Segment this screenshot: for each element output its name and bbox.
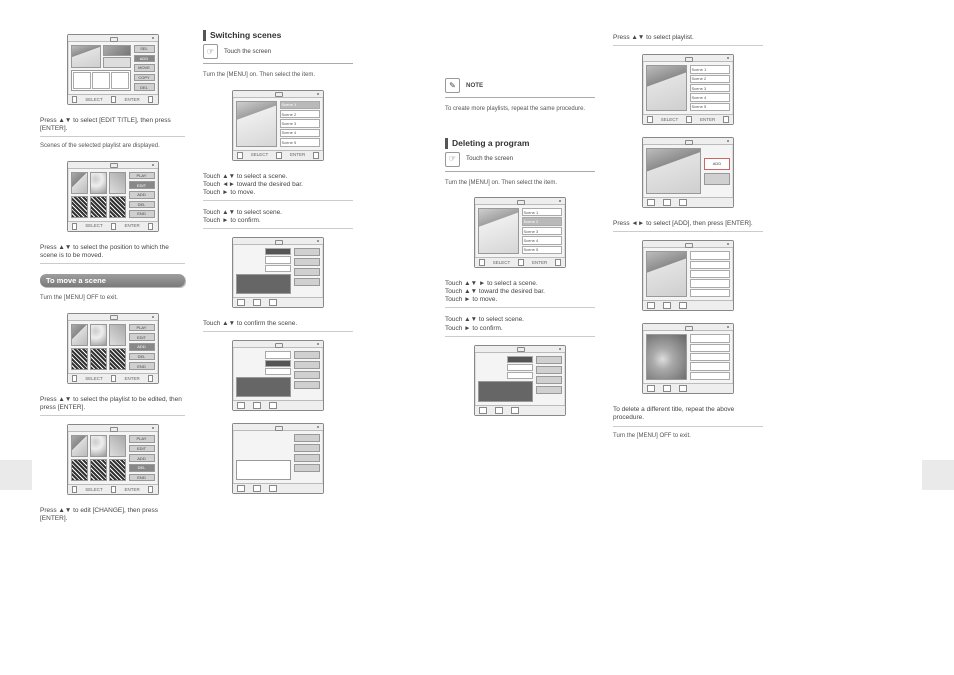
step-text: Press ▲▼ to select playlist. [613, 34, 763, 46]
screen-preview-add: ADD [642, 137, 734, 208]
paragraph: Turn the [MENU] on. Then select the item… [445, 180, 595, 188]
paragraph: Turn the [MENU] OFF to exit. [40, 295, 185, 303]
icon-label: Touch the screen [466, 155, 513, 163]
step-text: Press ▲▼ to select the position to which… [40, 244, 185, 264]
paragraph: Turn the [MENU] OFF to exit. [613, 433, 763, 441]
step-text: Touch ▲▼ ► to select a scene. Touch ▲▼ t… [445, 280, 595, 308]
header-title: Deleting a program [452, 138, 529, 149]
note-icon: ✎ [445, 78, 460, 93]
screen-preview-list-3: Scene 1 Scene 2 Scene 3 Scene 4 Scene 5 … [642, 54, 734, 125]
screen-preview-list-1: Scene 1 Scene 2 Scene 3 Scene 4 Scene 5 … [232, 90, 324, 161]
note-title: NOTE [466, 82, 483, 90]
screen-preview-split-1 [232, 237, 324, 308]
side-btn: ADD [134, 55, 155, 63]
touch-icon: ☞ [203, 44, 218, 59]
screen-thumb-grid-2: PLAY EDIT ADD DEL END SELECTENTER [67, 313, 159, 384]
side-btn: MOVE [134, 64, 155, 72]
step-text: To delete a different title, repeat the … [613, 406, 763, 426]
paragraph: Scenes of the selected playlist are disp… [40, 143, 185, 151]
section-header: Switching scenes [203, 30, 353, 41]
screen-thumb-grid-1: PLAY EDIT ADD DEL END SELECTENTER [67, 161, 159, 232]
header-bar-icon [445, 138, 448, 149]
paragraph: Turn the [MENU] on. Then select the item… [203, 72, 353, 80]
page-tab-right [922, 460, 954, 490]
side-btn: DEL [134, 83, 155, 91]
section-header: Deleting a program [445, 138, 595, 149]
step-text: Press ▲▼ to select [EDIT TITLE], then pr… [40, 117, 185, 137]
screen-preview-list-2: Scene 1 Scene 2 Scene 3 Scene 4 Scene 5 … [474, 197, 566, 268]
page-tab-left [0, 460, 32, 490]
screen-preview-split-4 [474, 345, 566, 416]
add-button: ADD [704, 158, 730, 170]
screen-thumb-grid-3: PLAY EDIT ADD DEL END SELECTENTER [67, 424, 159, 495]
screen-preview-list-5 [642, 323, 734, 394]
paragraph: To create more playlists, repeat the sam… [445, 106, 595, 114]
screen-preview-list-4 [642, 240, 734, 311]
section-pill: To move a scene [40, 274, 185, 287]
header-bar-icon [203, 30, 206, 41]
screen-preview-split-3 [232, 423, 324, 494]
step-text: Press ▲▼ to edit [CHANGE], then press [E… [40, 507, 185, 526]
screen-preview-split-2 [232, 340, 324, 411]
touch-icon: ☞ [445, 152, 460, 167]
step-text: Touch ▲▼ to select a scene. Touch ◄► tow… [203, 173, 353, 201]
step-text: Press ▲▼ to select the playlist to be ed… [40, 396, 185, 416]
side-btn: SEL [134, 45, 155, 53]
step-text: Press ◄► to select [ADD], then press [EN… [613, 220, 763, 232]
step-text: Touch ▲▼ to confirm the scene. [203, 320, 353, 332]
side-btn: COPY [134, 74, 155, 82]
step-text: Touch ▲▼ to select scene. Touch ► to con… [203, 209, 353, 229]
icon-label: Touch the screen [224, 48, 271, 56]
step-text: Touch ▲▼ to select scene. Touch ► to con… [445, 316, 595, 336]
screen-edit-grid-1: SEL ADD MOVE COPY DEL SELECTENTER [67, 34, 159, 105]
header-title: Switching scenes [210, 30, 281, 41]
